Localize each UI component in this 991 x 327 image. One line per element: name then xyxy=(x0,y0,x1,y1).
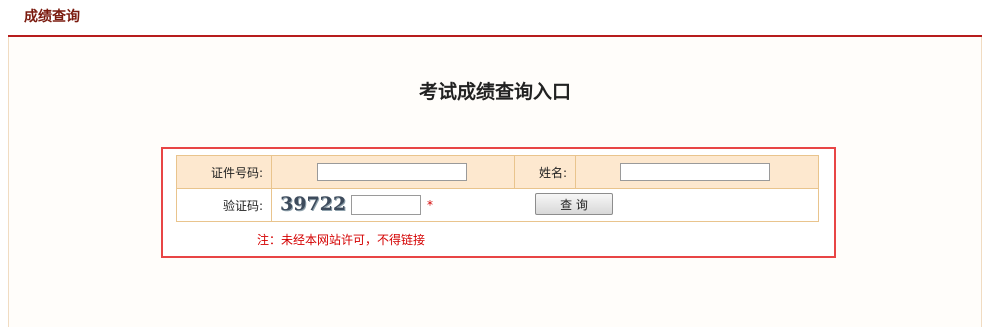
name-cell xyxy=(575,155,819,189)
captcha-image[interactable]: 39722 xyxy=(280,193,348,217)
page-title: 考试成绩查询入口 xyxy=(418,81,571,103)
link-notice: 注：未经本网站许可，不得链接 xyxy=(257,233,426,247)
query-form-table: 证件号码: 姓名: 验证码: 39722 * 查 询 xyxy=(176,155,819,222)
required-marker: * xyxy=(427,198,433,212)
form-row-id-name: 证件号码: 姓名: xyxy=(176,155,819,189)
header-title: 成绩查询 xyxy=(24,9,80,25)
captcha-label: 验证码: xyxy=(176,188,272,222)
id-number-input[interactable] xyxy=(317,163,467,181)
query-form-frame: 证件号码: 姓名: 验证码: 39722 * 查 询 注：未经本网站许可，不得链接 xyxy=(161,147,836,258)
form-row-captcha: 验证码: 39722 * 查 询 xyxy=(176,188,819,222)
id-number-label: 证件号码: xyxy=(176,155,272,189)
captcha-input[interactable] xyxy=(351,195,421,215)
name-input[interactable] xyxy=(620,163,770,181)
page-header: 成绩查询 xyxy=(0,0,991,37)
name-label: 姓名: xyxy=(514,155,576,189)
query-button[interactable]: 查 询 xyxy=(535,193,613,215)
id-number-cell xyxy=(271,155,515,189)
captcha-cell: 39722 * 查 询 xyxy=(271,188,819,222)
main-content: 考试成绩查询入口 证件号码: 姓名: 验证码: 39722 * 查 询 注：未经本网… xyxy=(8,37,982,327)
